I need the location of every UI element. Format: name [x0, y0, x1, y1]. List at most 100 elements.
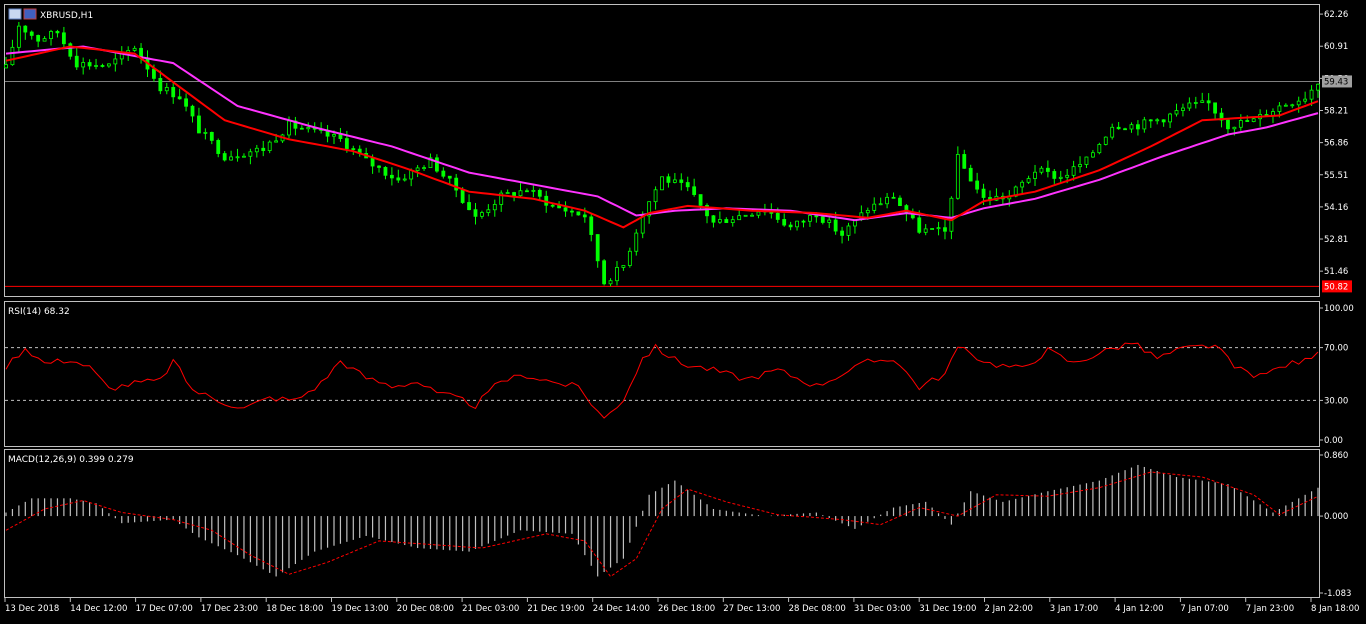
candle-body — [171, 87, 176, 98]
rsi-tick-label: 30.00 — [1324, 396, 1348, 406]
time-axis: 13 Dec 2018 14 Dec 12:00 17 Dec 07:00 17 De… — [4, 598, 1359, 614]
price-tick-label: 60.91 — [1324, 42, 1348, 52]
candle-body — [1303, 98, 1308, 102]
candle-body — [55, 31, 60, 34]
candle-body — [370, 157, 375, 167]
candle-body — [1148, 119, 1153, 122]
candle-body — [679, 179, 684, 183]
candle-body — [1091, 152, 1095, 158]
macd-label: MACD(12,26,9) 0.399 0.279 — [8, 455, 134, 465]
candle-body — [872, 203, 877, 211]
candle-body — [627, 250, 632, 266]
candle-body — [415, 167, 420, 171]
rsi-label: RSI(14) 68.32 — [8, 307, 70, 317]
candle-body — [447, 175, 452, 179]
candle-body — [698, 194, 703, 206]
candle-body — [467, 202, 471, 211]
price-tick-label: 51.46 — [1324, 267, 1348, 277]
candle-body — [1078, 164, 1082, 168]
candle-body — [936, 227, 941, 230]
candle-body — [1296, 100, 1301, 106]
price-pane-frame — [4, 4, 1320, 297]
symbol-header[interactable]: XBRUSD,H1 — [8, 8, 93, 21]
candle-body — [975, 180, 980, 190]
time-tick-label: 21 Dec 03:00 — [462, 604, 519, 614]
candle-body — [435, 157, 439, 172]
candle-body — [184, 98, 188, 107]
candle-body — [389, 174, 394, 179]
time-tick-label: 13 Dec 2018 — [5, 604, 59, 614]
candle-body — [383, 167, 388, 176]
trading-chart[interactable]: 62.2660.9159.5658.2156.8655.5154.1652.81… — [0, 0, 1366, 620]
time-tick-label: 28 Dec 08:00 — [789, 604, 846, 614]
candle-body — [409, 170, 414, 180]
candle-body — [492, 204, 497, 211]
candle-body — [164, 87, 169, 92]
price-tick-label: 58.21 — [1324, 106, 1348, 116]
chart-canvas[interactable]: 62.2660.9159.5658.2156.8655.5154.1652.81… — [0, 0, 1366, 620]
macd-tick-label: 0.000 — [1324, 512, 1348, 522]
candle-body — [1033, 171, 1037, 179]
candle-body — [595, 234, 600, 262]
candle-body — [248, 151, 253, 157]
macd-indicator: 0.860 0.000 -1.083 — [5, 451, 1351, 599]
candle-body — [441, 170, 446, 177]
price-axis: 62.2660.9159.5658.2156.8655.5154.1652.81… — [1319, 10, 1352, 293]
rsi-tick-label: 100.00 — [1324, 304, 1354, 314]
candle-body — [640, 215, 645, 234]
time-tick-label: 24 Dec 14:00 — [593, 604, 650, 614]
candle-body — [267, 141, 272, 151]
candle-body — [36, 35, 41, 42]
candle-body — [242, 155, 246, 158]
candle-body — [1058, 176, 1063, 179]
candle-body — [274, 140, 279, 143]
macd-pane-frame — [4, 449, 1320, 598]
time-tick-label: 17 Dec 07:00 — [136, 604, 193, 614]
candle-body — [1155, 119, 1160, 122]
candle-body — [589, 216, 594, 235]
candle-body — [1251, 118, 1256, 122]
candle-body — [672, 179, 677, 183]
candlesticks — [4, 21, 1320, 287]
time-tick-label: 7 Jan 07:00 — [1180, 604, 1228, 614]
candle-body — [4, 64, 8, 69]
candle-body — [1174, 110, 1179, 115]
candle-body — [1103, 136, 1108, 145]
candle-body — [576, 211, 581, 216]
price-tick-label: 54.16 — [1324, 203, 1348, 213]
candle-body — [377, 165, 381, 168]
candle-body — [152, 68, 156, 79]
candle-body — [402, 178, 407, 181]
candle-body — [29, 31, 34, 36]
rsi-line — [5, 342, 1319, 419]
candle-body — [898, 197, 902, 206]
candle-body — [422, 167, 426, 170]
candle-body — [795, 220, 799, 228]
candle-body — [473, 209, 478, 217]
time-tick-label: 20 Dec 08:00 — [397, 604, 454, 614]
candle-body — [480, 212, 484, 217]
candle-body — [885, 196, 889, 205]
moving-averages — [5, 45, 1319, 229]
candle-body — [833, 219, 838, 232]
time-tick-label: 3 Jan 17:00 — [1050, 604, 1098, 614]
candle-body — [801, 220, 806, 223]
low-price-tag-label: 50.82 — [1324, 282, 1348, 292]
candle-body — [782, 219, 787, 226]
candle-body — [100, 65, 105, 67]
candle-body — [177, 96, 182, 100]
candle-body — [209, 131, 214, 141]
candle-body — [16, 25, 21, 48]
candle-body — [878, 203, 883, 206]
candle-body — [505, 192, 510, 194]
candle-body — [1290, 104, 1295, 107]
candle-body — [1116, 126, 1121, 130]
candle-body — [61, 32, 66, 45]
candle-body — [1277, 105, 1282, 112]
candle-body — [608, 280, 613, 285]
time-tick-label: 27 Dec 13:00 — [723, 604, 780, 614]
candle-body — [1232, 126, 1237, 130]
candle-body — [955, 154, 960, 199]
rsi-pane-frame — [4, 301, 1320, 447]
candle-body — [1045, 167, 1050, 172]
